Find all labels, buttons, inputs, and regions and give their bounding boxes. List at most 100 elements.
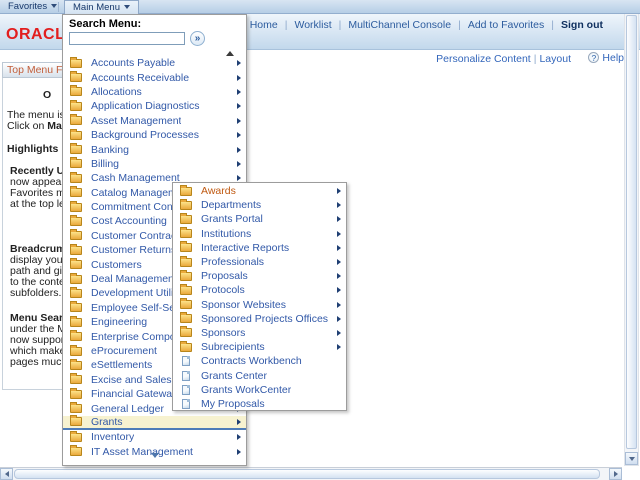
- menu-item-label: Banking: [91, 144, 129, 156]
- submenu-item-professionals[interactable]: Professionals: [173, 255, 346, 269]
- menu-item-label: Customers: [91, 259, 142, 271]
- menu-item-background-processes[interactable]: Background Processes: [63, 128, 246, 142]
- submenu-list: AwardsDepartments Grants Portal Institutio…: [173, 184, 346, 411]
- menu-item-inventory[interactable]: Inventory: [63, 430, 246, 444]
- menu-item-label: eSettlements: [91, 359, 152, 371]
- folder-icon: [70, 116, 82, 125]
- submenu-arrow-icon: [337, 287, 341, 293]
- submenu-item-grants-center[interactable]: Grants Center: [173, 368, 346, 382]
- submenu-item-label: Grants Portal: [201, 213, 263, 225]
- folder-icon: [180, 314, 192, 323]
- folder-icon: [180, 229, 192, 238]
- submenu-item-label: Departments: [201, 199, 261, 211]
- folder-icon: [180, 258, 192, 267]
- menu-item-allocations[interactable]: Allocations: [63, 85, 246, 99]
- submenu-item-label: Sponsors: [201, 327, 245, 339]
- favorites-label: Favorites: [8, 1, 47, 12]
- submenu-item-interactive-reports[interactable]: Interactive Reports: [173, 241, 346, 255]
- separator: |: [458, 19, 461, 31]
- menu-item-accounts-payable[interactable]: Accounts Payable: [63, 56, 246, 70]
- scroll-right-button[interactable]: [609, 468, 622, 480]
- folder-icon: [70, 332, 82, 341]
- separator: |: [534, 53, 537, 65]
- folder-icon: [70, 390, 82, 399]
- submenu-arrow-icon: [337, 302, 341, 308]
- menu-item-label: Customer Contracts: [91, 230, 184, 242]
- submenu-item-contracts-workbench[interactable]: Contracts Workbench: [173, 354, 346, 368]
- submenu-item-label: Protocols: [201, 284, 245, 296]
- submenu-arrow-icon: [337, 344, 341, 350]
- header-link-home[interactable]: Home: [250, 19, 278, 31]
- vertical-scrollbar[interactable]: [624, 0, 639, 466]
- main-menu-label: Main Menu: [73, 2, 120, 13]
- separator: |: [551, 19, 554, 31]
- personalize-link-layout[interactable]: Layout: [539, 53, 571, 65]
- header-link-multichannel-console[interactable]: MultiChannel Console: [348, 19, 451, 31]
- folder-icon: [180, 328, 192, 337]
- submenu-item-protocols[interactable]: Protocols: [173, 283, 346, 297]
- favorites-menu[interactable]: Favorites: [0, 0, 65, 14]
- submenu-item-sponsor-websites[interactable]: Sponsor Websites: [173, 298, 346, 312]
- vertical-scroll-thumb[interactable]: [626, 15, 637, 449]
- submenu-arrow-icon: [337, 259, 341, 265]
- folder-icon: [70, 361, 82, 370]
- menu-item-label: Grants: [91, 416, 123, 428]
- menu-item-label: Inventory: [91, 431, 134, 443]
- submenu-item-departments[interactable]: Departments: [173, 198, 346, 212]
- personalize-link-personalize-content[interactable]: Personalize Content: [436, 53, 531, 65]
- main-menu-tab[interactable]: Main Menu: [64, 0, 139, 14]
- folder-icon: [70, 231, 82, 240]
- submenu-item-my-proposals[interactable]: My Proposals: [173, 397, 346, 411]
- submenu-item-institutions[interactable]: Institutions: [173, 227, 346, 241]
- search-go-icon[interactable]: »: [190, 31, 205, 46]
- horizontal-scrollbar[interactable]: [0, 467, 622, 480]
- menu-item-grants[interactable]: Grants: [63, 416, 246, 430]
- submenu-item-awards[interactable]: Awards: [173, 184, 346, 198]
- help-link[interactable]: ?Help: [588, 52, 624, 64]
- header-link-add-to-favorites[interactable]: Add to Favorites: [468, 19, 544, 31]
- submenu-item-sponsors[interactable]: Sponsors: [173, 326, 346, 340]
- chevron-down-icon: [51, 4, 57, 8]
- folder-icon: [70, 275, 82, 284]
- submenu-item-grants-workcenter[interactable]: Grants WorkCenter: [173, 383, 346, 397]
- submenu-item-sponsored-projects-offices[interactable]: Sponsored Projects Offices: [173, 312, 346, 326]
- submenu-arrow-icon: [237, 161, 241, 167]
- submenu-item-label: My Proposals: [201, 398, 265, 410]
- horizontal-scroll-thumb[interactable]: [14, 469, 600, 479]
- menu-item-billing[interactable]: Billing: [63, 157, 246, 171]
- menu-item-application-diagnostics[interactable]: Application Diagnostics: [63, 99, 246, 113]
- submenu-item-subrecipients[interactable]: Subrecipients: [173, 340, 346, 354]
- submenu-arrow-icon: [337, 188, 341, 194]
- submenu-arrow-icon: [237, 449, 241, 455]
- scroll-down-button[interactable]: [625, 452, 638, 465]
- menu-search-input[interactable]: [69, 32, 185, 45]
- submenu-arrow-icon: [337, 202, 341, 208]
- submenu-item-proposals[interactable]: Proposals: [173, 269, 346, 283]
- submenu-arrow-icon: [237, 434, 241, 440]
- menu-item-accounts-receivable[interactable]: Accounts Receivable: [63, 70, 246, 84]
- folder-icon: [70, 174, 82, 183]
- menu-item-label: Cash Management: [91, 172, 180, 184]
- menu-item-asset-management[interactable]: Asset Management: [63, 114, 246, 128]
- folder-icon: [70, 73, 82, 82]
- folder-icon: [70, 203, 82, 212]
- header-link-worklist[interactable]: Worklist: [294, 19, 331, 31]
- submenu-item-label: Sponsor Websites: [201, 299, 286, 311]
- folder-icon: [70, 447, 82, 456]
- scroll-left-button[interactable]: [0, 468, 13, 480]
- submenu-item-grants-portal[interactable]: Grants Portal: [173, 212, 346, 226]
- menu-item-banking[interactable]: Banking: [63, 142, 246, 156]
- folder-icon: [70, 433, 82, 442]
- scroll-down-icon[interactable]: [151, 445, 159, 463]
- submenu-arrow-icon: [337, 316, 341, 322]
- submenu-arrow-icon: [237, 147, 241, 153]
- submenu-item-label: Professionals: [201, 256, 264, 268]
- grants-submenu: AwardsDepartments Grants Portal Institutio…: [172, 182, 347, 411]
- submenu-item-label: Grants Center: [201, 370, 267, 382]
- separator: |: [339, 19, 342, 31]
- menu-item-label: Deal Management: [91, 273, 177, 285]
- folder-icon: [70, 260, 82, 269]
- menu-item-label: General Ledger: [91, 403, 164, 415]
- folder-icon: [70, 188, 82, 197]
- signout-link[interactable]: Sign out: [561, 19, 603, 31]
